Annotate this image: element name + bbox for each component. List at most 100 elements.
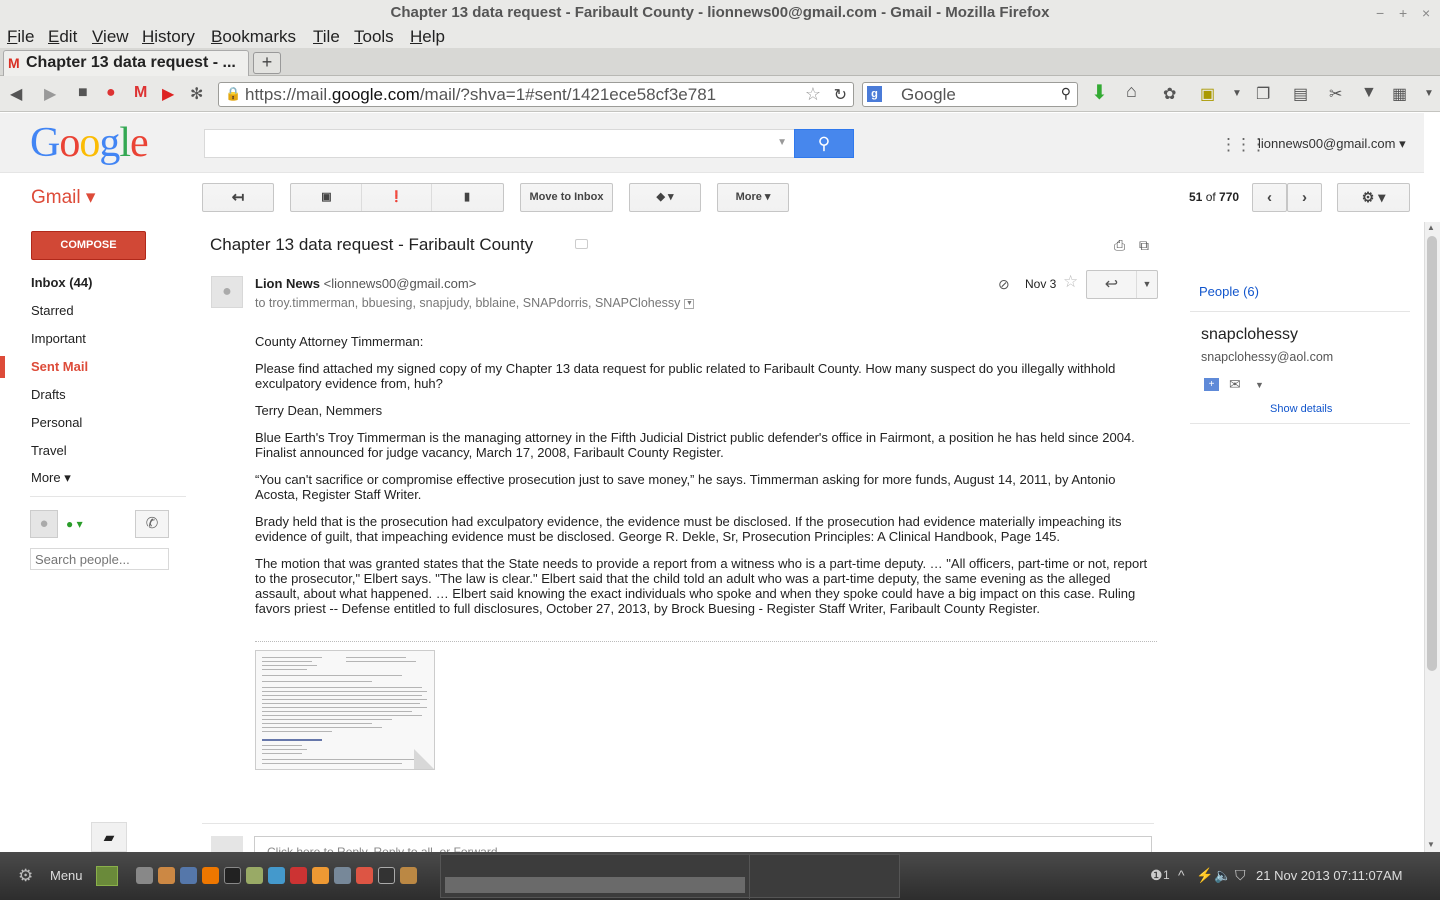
notification-icon[interactable]: ❶ (1150, 867, 1163, 884)
more-button[interactable]: More ▾ (717, 183, 789, 212)
archive-manager-icon[interactable] (400, 867, 417, 884)
hangouts-phone-button[interactable]: ✆ (135, 510, 169, 538)
search-people-input[interactable] (30, 548, 169, 570)
gmail-label[interactable]: Gmail ▾ (31, 186, 95, 209)
labels-button[interactable]: ◆ ▾ (629, 183, 701, 212)
hangouts-button[interactable]: ▰ (91, 822, 127, 852)
sidebar-item-important[interactable]: Important (31, 331, 86, 346)
delete-icon[interactable]: ▮ (432, 184, 502, 211)
copy-icon[interactable]: ❐ (1256, 84, 1270, 104)
pdf-viewer-icon[interactable] (290, 867, 307, 884)
map-pin-icon[interactable]: ● (106, 84, 116, 102)
chat-avatar[interactable]: ● (30, 510, 58, 538)
volume-icon[interactable]: 🔈 (1214, 867, 1231, 884)
search-options-dropdown-icon[interactable]: ▼ (777, 137, 787, 148)
label-icon[interactable] (575, 239, 588, 249)
minimize-icon[interactable]: − (1376, 0, 1384, 26)
show-details-dropdown-icon[interactable]: ▼ (684, 298, 695, 309)
settings-gear-icon[interactable]: ✻ (190, 84, 203, 104)
shield-icon[interactable]: ⛉ (1235, 867, 1246, 884)
tile-dropdown-icon[interactable]: ▼ (1424, 88, 1434, 99)
sidebar-item-travel[interactable]: Travel (31, 443, 67, 458)
star-icon[interactable]: ☆ (1063, 272, 1078, 292)
mail-search-input[interactable]: ▼ (204, 129, 796, 158)
reload-icon[interactable]: ↻ (834, 85, 847, 105)
extension-icon[interactable]: ▣ (1200, 84, 1215, 104)
menu-history[interactable]: History (142, 27, 195, 47)
maximize-icon[interactable]: + (1399, 0, 1407, 26)
tile-icon[interactable]: ▦ (1392, 84, 1407, 104)
scroll-up-icon[interactable]: ▲ (1427, 223, 1435, 232)
media-player-icon[interactable] (356, 867, 373, 884)
taskbar-window-preview[interactable] (440, 854, 900, 899)
contact-more-dropdown-icon[interactable]: ▼ (1255, 380, 1264, 390)
sidebar-item-starred[interactable]: Starred (31, 303, 74, 318)
archive-icon[interactable]: ▣ (292, 184, 362, 211)
show-details-link[interactable]: Show details (1270, 403, 1332, 415)
menu-file[interactable]: File (7, 27, 34, 47)
menu-view[interactable]: View (92, 27, 129, 47)
network-icon[interactable]: ⚡ (1196, 867, 1213, 884)
disk-utility-icon[interactable] (158, 867, 175, 884)
youtube-icon[interactable]: ▶ (162, 84, 174, 104)
report-spam-icon[interactable]: ❗ (362, 184, 432, 211)
menu-edit[interactable]: Edit (48, 27, 77, 47)
scrollbar-thumb[interactable] (1427, 236, 1437, 671)
gmail-icon[interactable]: M (134, 84, 147, 102)
google-logo[interactable]: Google (30, 119, 149, 167)
forward-icon[interactable]: ▶ (44, 84, 56, 104)
terminal-icon[interactable] (224, 867, 241, 884)
back-to-sent-button[interactable]: ↤ (202, 183, 274, 212)
back-icon[interactable]: ◀ (10, 84, 22, 104)
bookmark-star-icon[interactable]: ☆ (805, 84, 821, 105)
webcam-icon[interactable] (378, 867, 395, 884)
screenshot-tool-icon[interactable] (334, 867, 351, 884)
calculator-icon[interactable] (136, 867, 153, 884)
screenshot-icon[interactable]: ■ (78, 84, 88, 102)
sidebar-item-drafts[interactable]: Drafts (31, 387, 66, 402)
addon-icon[interactable]: ✿ (1163, 84, 1176, 104)
scroll-down-icon[interactable]: ▼ (1427, 840, 1435, 849)
add-to-circles-icon[interactable]: + (1204, 378, 1219, 391)
sidebar-item-personal[interactable]: Personal (31, 415, 82, 430)
system-monitor-icon[interactable] (180, 867, 197, 884)
move-to-inbox-button[interactable]: Move to Inbox (520, 183, 613, 212)
older-button[interactable]: › (1287, 183, 1322, 212)
sidebar-item-sent-mail[interactable]: Sent Mail (31, 359, 88, 374)
extension-dropdown-icon[interactable]: ▼ (1232, 88, 1242, 99)
settings-button[interactable]: ⚙ ▾ (1337, 183, 1410, 212)
save-download-icon[interactable]: ▼ (1361, 84, 1377, 102)
text-editor-icon[interactable] (268, 867, 285, 884)
clock[interactable]: 21 Nov 2013 07:11:07AM (1256, 868, 1402, 883)
file-manager-icon[interactable] (246, 867, 263, 884)
home-icon[interactable]: ⌂ (1126, 81, 1137, 102)
print-icon[interactable]: ⎙ (1114, 237, 1125, 254)
new-window-icon[interactable]: ⧉ (1139, 237, 1149, 254)
account-menu[interactable]: lionnews00@gmail.com ▾ (1258, 136, 1406, 152)
reply-more-dropdown[interactable]: ▼ (1137, 271, 1157, 298)
people-header[interactable]: People (6) (1199, 284, 1259, 299)
firefox-icon[interactable] (202, 867, 219, 884)
download-arrow-icon[interactable]: ⬇ (1091, 80, 1108, 105)
image-editor-icon[interactable] (312, 867, 329, 884)
start-menu-button[interactable]: Menu (50, 868, 83, 883)
menu-tile[interactable]: Tile (313, 27, 340, 47)
email-envelope-icon[interactable]: ✉ (1229, 376, 1241, 393)
menu-tools[interactable]: Tools (354, 27, 394, 47)
browser-search-bar[interactable]: g Google ⚲ (862, 82, 1078, 107)
system-gear-icon[interactable]: ⚙ (18, 866, 33, 886)
new-tab-button[interactable]: + (253, 52, 281, 74)
mail-search-button[interactable]: ⚲ (794, 129, 854, 158)
newer-button[interactable]: ‹ (1252, 183, 1287, 212)
tab-gmail[interactable]: M Chapter 13 data request - ... (3, 50, 249, 76)
sidebar-item-inbox[interactable]: Inbox (44) (31, 275, 92, 290)
search-icon[interactable]: ⚲ (1061, 85, 1071, 102)
attachment-thumbnail[interactable] (255, 650, 435, 770)
sidebar-item-more[interactable]: More ▾ (31, 470, 71, 486)
compose-button[interactable]: COMPOSE (31, 231, 146, 260)
cut-icon[interactable]: ✂ (1329, 84, 1342, 104)
tray-expand-icon[interactable]: ^ (1178, 867, 1185, 883)
show-desktop-icon[interactable] (96, 866, 118, 886)
google-engine-icon[interactable]: g (867, 86, 882, 102)
status-online-icon[interactable]: ● ▾ (66, 517, 83, 531)
